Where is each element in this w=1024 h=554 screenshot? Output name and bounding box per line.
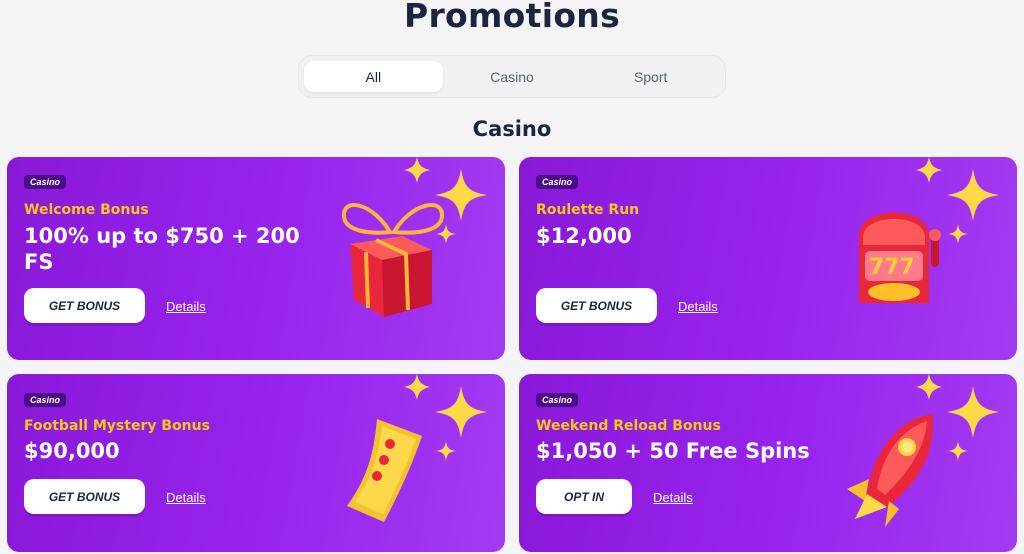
- promo-card-welcome-bonus: Casino Welcome Bonus 100% up to $750 + 2…: [7, 157, 505, 360]
- category-badge: Casino: [536, 175, 579, 189]
- ticket-icon: [347, 419, 422, 522]
- tab-all[interactable]: All: [304, 61, 443, 92]
- page-title: Promotions: [403, 0, 621, 35]
- promo-card-roulette-run: Casino Roulette Run $12,000 GET BONUS De…: [519, 157, 1017, 360]
- details-link[interactable]: Details: [166, 490, 206, 505]
- category-badge: Casino: [24, 175, 67, 189]
- details-link[interactable]: Details: [166, 299, 206, 314]
- slot-machine-icon: 777: [859, 212, 941, 303]
- promo-card-football-mystery-bonus: Casino Football Mystery Bonus $90,000 GE…: [7, 374, 505, 552]
- tab-casino[interactable]: Casino: [443, 61, 582, 92]
- details-link[interactable]: Details: [678, 299, 718, 314]
- promo-value: $90,000: [24, 439, 120, 463]
- gift-box-icon: [341, 203, 445, 317]
- category-badge: Casino: [536, 393, 579, 407]
- get-bonus-button[interactable]: GET BONUS: [24, 288, 145, 323]
- promo-name: Roulette Run: [536, 202, 640, 218]
- opt-in-button[interactable]: OPT IN: [536, 479, 632, 514]
- get-bonus-button[interactable]: GET BONUS: [536, 288, 657, 323]
- rocket-icon: [847, 414, 933, 527]
- svg-text:777: 777: [869, 255, 915, 280]
- get-bonus-button[interactable]: GET BONUS: [24, 479, 145, 514]
- promo-name: Weekend Reload Bonus: [536, 418, 721, 434]
- promo-value: 100% up to $750 + 200 FS: [24, 224, 300, 274]
- details-link[interactable]: Details: [653, 490, 693, 505]
- category-badge: Casino: [24, 393, 67, 407]
- promo-card-weekend-reload-bonus: Casino Weekend Reload Bonus $1,050 + 50 …: [519, 374, 1017, 552]
- promotion-filter-tabs: All Casino Sport: [298, 55, 726, 98]
- promo-value: $12,000: [536, 224, 632, 248]
- promo-name: Football Mystery Bonus: [24, 418, 210, 434]
- promo-name: Welcome Bonus: [24, 202, 149, 218]
- promo-value: $1,050 + 50 Free Spins: [536, 439, 810, 463]
- section-title: Casino: [472, 117, 552, 141]
- tab-sport[interactable]: Sport: [581, 61, 720, 92]
